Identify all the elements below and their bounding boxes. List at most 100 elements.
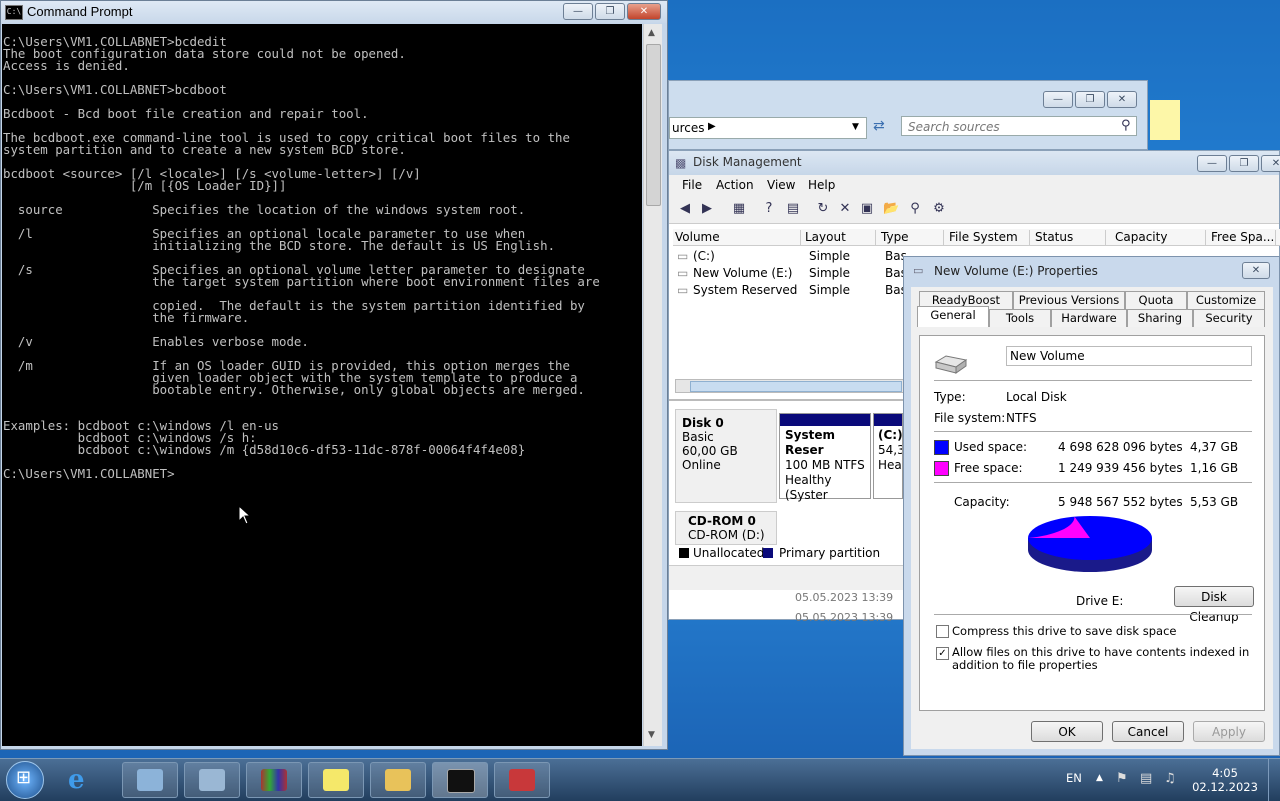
- explore-icon[interactable]: ⚲: [907, 201, 923, 217]
- menu-file[interactable]: File: [682, 178, 702, 192]
- apply-button[interactable]: Apply: [1193, 721, 1265, 742]
- refresh-icon[interactable]: ↻: [815, 201, 831, 217]
- hard-drive-icon: [934, 355, 968, 374]
- partition-system-reserved[interactable]: System Reser 100 MB NTFS Healthy (Syster: [779, 413, 871, 502]
- explorer-address-bar[interactable]: urces ▶ ▼: [669, 117, 867, 139]
- volume-name-input[interactable]: New Volume: [1006, 346, 1252, 366]
- explorer-minimize-button[interactable]: —: [1043, 91, 1073, 108]
- dm-horizontal-scrollbar[interactable]: [675, 379, 905, 393]
- legend-primary: Primary partition: [779, 546, 881, 560]
- taskbar-sticky-notes[interactable]: [308, 762, 364, 798]
- volume-row[interactable]: ▭ New Volume (E:) Simple Bas: [677, 266, 907, 280]
- cancel-button[interactable]: Cancel: [1112, 721, 1184, 742]
- cmd-close-button[interactable]: ✕: [627, 3, 661, 20]
- volume-row[interactable]: ▭ (C:) Simple Bas: [677, 249, 907, 263]
- divider: [934, 380, 1252, 381]
- tab-customize[interactable]: Customize: [1187, 291, 1265, 309]
- dm-close-button[interactable]: ✕: [1261, 155, 1280, 172]
- console-tree-icon[interactable]: ▦: [731, 201, 747, 217]
- partition-status: Heal: [878, 458, 903, 472]
- dm-title-bar[interactable]: ▩ Disk Management — ❐ ✕: [669, 151, 1280, 175]
- refresh-icon[interactable]: ⇄: [873, 118, 885, 134]
- show-hidden-icons-icon[interactable]: ▲: [1096, 773, 1103, 783]
- legend-unallocated: Unallocated: [693, 546, 765, 560]
- taskbar-server-manager[interactable]: [122, 762, 178, 798]
- col-volume[interactable]: Volume: [675, 230, 801, 245]
- action-center-icon[interactable]: ⚑: [1116, 771, 1128, 786]
- col-free-space[interactable]: Free Spa...: [1211, 230, 1276, 245]
- cdrom-info[interactable]: CD-ROM 0 CD-ROM (D:): [675, 511, 777, 545]
- volume-icon[interactable]: ♫: [1164, 771, 1176, 786]
- tab-sharing[interactable]: Sharing: [1127, 309, 1193, 327]
- terminal-output[interactable]: C:\Users\VM1.COLLABNET>bcdedit The boot …: [2, 24, 642, 746]
- dm-toolbar: ◀ ▶ ▦ ? ▤ ↻ ✕ ▣ 📂 ⚲ ⚙: [669, 197, 1279, 224]
- scroll-down-icon[interactable]: ▼: [648, 730, 655, 740]
- menu-view[interactable]: View: [767, 178, 795, 192]
- volume-properties-dialog[interactable]: ▭ New Volume (E:) Properties ✕ ReadyBoos…: [903, 256, 1280, 756]
- network-icon[interactable]: ▤: [1140, 771, 1152, 786]
- tab-general[interactable]: General: [917, 306, 989, 327]
- tab-hardware[interactable]: Hardware: [1051, 309, 1127, 327]
- partition-bar: [874, 414, 902, 426]
- props-title-bar[interactable]: ▭ New Volume (E:) Properties ✕: [904, 257, 1279, 283]
- taskbar-command-prompt[interactable]: [432, 762, 488, 798]
- disk-cleanup-button[interactable]: Disk Cleanup: [1174, 586, 1254, 624]
- scroll-up-icon[interactable]: ▲: [648, 28, 655, 38]
- forward-icon[interactable]: ▶: [699, 201, 715, 217]
- compress-checkbox[interactable]: [936, 625, 949, 638]
- delete-icon[interactable]: ✕: [837, 201, 853, 217]
- settings-icon[interactable]: ⚙: [931, 201, 947, 217]
- menu-action[interactable]: Action: [716, 178, 754, 192]
- partition-c[interactable]: (C:) 54,36 Heal: [873, 413, 903, 499]
- back-icon[interactable]: ◀: [677, 201, 693, 217]
- index-checkbox[interactable]: ✓: [936, 647, 949, 660]
- explorer-maximize-button[interactable]: ❐: [1075, 91, 1105, 108]
- help-icon[interactable]: ?: [761, 201, 777, 217]
- language-indicator[interactable]: EN: [1066, 771, 1082, 785]
- explorer-close-button[interactable]: ✕: [1107, 91, 1137, 108]
- menu-help[interactable]: Help: [808, 178, 835, 192]
- tab-tools[interactable]: Tools: [989, 309, 1051, 327]
- legend-swatch-unallocated: [679, 548, 689, 558]
- col-status[interactable]: Status: [1035, 230, 1106, 245]
- search-icon[interactable]: ⚲: [1121, 118, 1131, 133]
- chevron-down-icon[interactable]: ▼: [852, 122, 859, 132]
- props-close-button[interactable]: ✕: [1242, 262, 1270, 279]
- start-button[interactable]: ⊞: [6, 761, 44, 799]
- taskbar-computer[interactable]: [184, 762, 240, 798]
- open-icon[interactable]: 📂: [883, 201, 899, 217]
- tab-security[interactable]: Security: [1193, 309, 1265, 327]
- explorer-search-input[interactable]: Search sources: [901, 116, 1137, 136]
- col-layout[interactable]: Layout: [805, 230, 876, 245]
- cmd-minimize-button[interactable]: —: [563, 3, 593, 20]
- col-file-system[interactable]: File System: [949, 230, 1030, 245]
- volume-layout: Simple: [809, 249, 850, 263]
- ok-button[interactable]: OK: [1031, 721, 1103, 742]
- cmd-app-icon: C:\: [5, 5, 23, 20]
- explorer-window[interactable]: — ❐ ✕ urces ▶ ▼ ⇄ Search sources ⚲: [668, 80, 1148, 150]
- cmd-title-bar[interactable]: C:\ Command Prompt — ❐ ✕: [1, 1, 667, 23]
- tab-quota[interactable]: Quota: [1125, 291, 1187, 309]
- cmd-title: Command Prompt: [27, 4, 133, 19]
- show-pane-icon[interactable]: ▤: [785, 201, 801, 217]
- cmd-scroll-thumb[interactable]: [646, 44, 661, 206]
- properties-icon[interactable]: ▣: [859, 201, 875, 217]
- command-prompt-window[interactable]: C:\ Command Prompt — ❐ ✕ C:\Users\VM1.CO…: [0, 0, 668, 750]
- show-desktop-button[interactable]: [1268, 759, 1280, 801]
- taskbar-explorer[interactable]: [370, 762, 426, 798]
- disk-0-info[interactable]: Disk 0 Basic 60,00 GB Online: [675, 409, 777, 503]
- volume-row[interactable]: ▭ System Reserved Simple Bas: [677, 283, 907, 297]
- pane-splitter[interactable]: [669, 399, 903, 401]
- dm-maximize-button[interactable]: ❐: [1229, 155, 1259, 172]
- system-clock[interactable]: 4:05 02.12.2023: [1190, 766, 1260, 794]
- col-type[interactable]: Type: [881, 230, 944, 245]
- cmd-vertical-scrollbar[interactable]: ▲ ▼: [643, 24, 662, 746]
- taskbar-toolbox[interactable]: [494, 762, 550, 798]
- internet-explorer-icon[interactable]: e: [68, 765, 85, 795]
- dm-scroll-thumb[interactable]: [690, 381, 902, 392]
- cmd-maximize-button[interactable]: ❐: [595, 3, 625, 20]
- tab-previous-versions[interactable]: Previous Versions: [1013, 291, 1125, 309]
- col-capacity[interactable]: Capacity: [1115, 230, 1206, 245]
- dm-minimize-button[interactable]: —: [1197, 155, 1227, 172]
- taskbar-winrar[interactable]: [246, 762, 302, 798]
